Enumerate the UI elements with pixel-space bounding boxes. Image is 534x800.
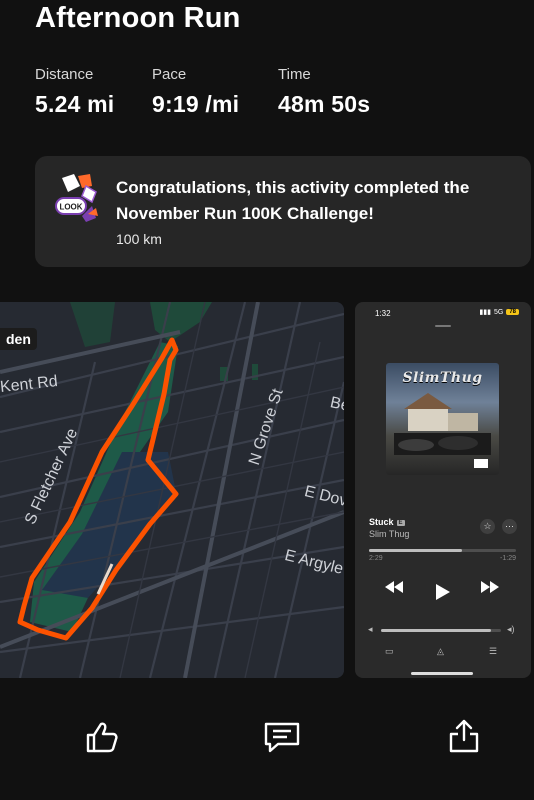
album-art: SlimThug [386, 363, 499, 475]
stat-label: Pace [152, 66, 187, 83]
remaining-time: -1:29 [500, 555, 516, 562]
stat-value: 9:19 /mi [152, 91, 240, 117]
song-title: Stuck E [369, 517, 405, 527]
badge-text: LOOK [59, 203, 82, 212]
route-map[interactable]: den Kent Rd S Fletcher Ave N Grove St E … [0, 302, 344, 678]
comment-icon[interactable] [264, 722, 300, 754]
stat-value: 5.24 mi [35, 91, 115, 117]
status-clock: 1:32 [375, 309, 391, 318]
more-icon[interactable]: ⋯ [502, 519, 517, 534]
activity-title: Afternoon Run [35, 2, 241, 34]
stat-pace: Pace 9:19 /mi [152, 66, 239, 118]
volume-fill [381, 629, 492, 632]
status-bar: ▮▮▮ 5G 78 [479, 308, 519, 316]
play-icon[interactable] [436, 584, 450, 600]
star-icon[interactable]: ☆ [480, 519, 495, 534]
fast-forward-icon[interactable] [481, 581, 499, 593]
stat-label: Time [278, 66, 311, 83]
progress-fill [369, 549, 462, 552]
volume-high-icon: ◂) [507, 624, 515, 634]
stat-label: Distance [35, 66, 94, 83]
challenge-goal: 100 km [116, 231, 162, 247]
airplay-icon[interactable]: ◬ [437, 646, 444, 657]
song-name: Stuck [369, 517, 394, 527]
network-label: 5G [493, 308, 504, 316]
rewind-icon[interactable] [385, 581, 403, 593]
challenge-banner[interactable]: LOOK Congratulations, this activity comp… [35, 156, 531, 267]
stat-distance: Distance 5.24 mi [35, 66, 114, 118]
thumbs-up-icon[interactable] [85, 720, 119, 754]
stat-time: Time 48m 50s [278, 66, 370, 118]
sheet-grabber[interactable] [435, 325, 451, 327]
challenge-badge-icon: LOOK [55, 174, 98, 222]
battery-icon: 78 [506, 309, 519, 315]
share-icon[interactable] [448, 718, 480, 754]
volume-low-icon: ◂ [368, 624, 373, 634]
map-street-label: den [0, 328, 37, 350]
song-artist: Slim Thug [369, 529, 410, 539]
stat-value: 48m 50s [278, 91, 371, 117]
lyrics-icon[interactable]: ▭ [385, 646, 394, 657]
home-indicator [411, 672, 473, 675]
elapsed-time: 2:29 [369, 555, 383, 562]
media-screenshot[interactable]: 1:32 ▮▮▮ 5G 78 SlimThug Stuck E Slim Thug… [355, 302, 531, 678]
challenge-message: Congratulations, this activity completed… [116, 178, 470, 223]
playback-progress[interactable] [369, 549, 516, 552]
queue-icon[interactable]: ☰ [489, 646, 497, 657]
volume-slider[interactable] [381, 629, 501, 632]
signal-icon: ▮▮▮ [479, 309, 491, 316]
explicit-badge: E [396, 520, 405, 526]
